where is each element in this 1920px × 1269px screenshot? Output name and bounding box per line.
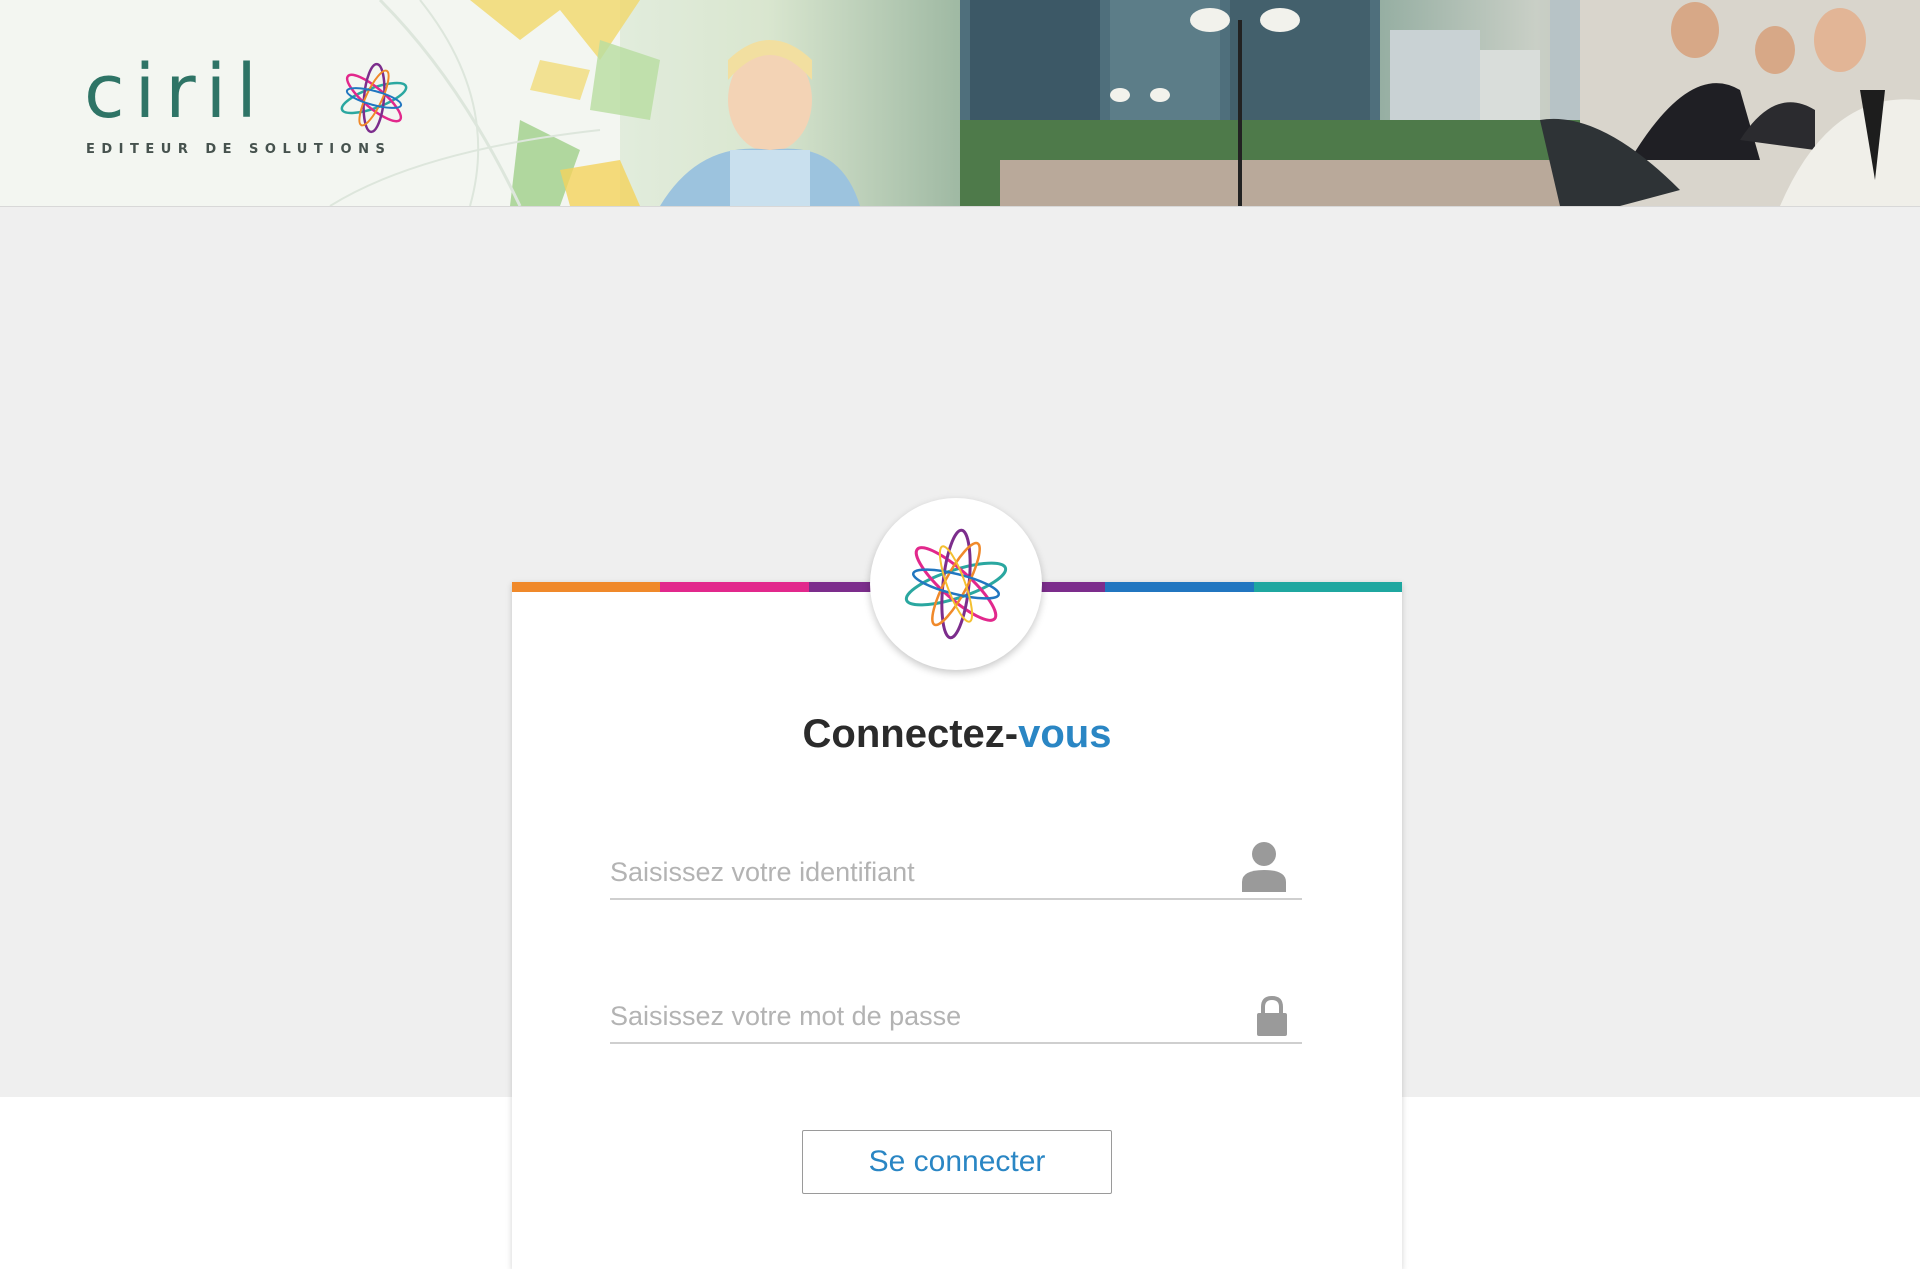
login-title-main: Connectez-	[802, 712, 1019, 756]
logo-tagline: EDITEUR DE SOLUTIONS	[86, 142, 392, 157]
username-field	[610, 842, 1302, 900]
strip-teal	[1253, 582, 1402, 592]
ciril-logo[interactable]: ciril EDITEUR DE SOLUTIONS	[84, 52, 414, 162]
ciril-atom-icon	[904, 528, 1008, 640]
ciril-atom-icon	[340, 62, 408, 134]
password-input[interactable]	[610, 996, 1230, 1036]
username-input[interactable]	[610, 852, 1230, 892]
strip-orange	[512, 582, 661, 592]
brand-avatar	[870, 498, 1042, 670]
login-title-accent: vous	[1018, 712, 1112, 756]
lock-icon	[1257, 996, 1287, 1036]
main-area: Connectez-vous Se connecter	[0, 207, 1920, 1269]
user-icon	[1242, 842, 1286, 892]
logo-wordmark: ciril	[84, 49, 267, 135]
password-field	[610, 986, 1302, 1044]
strip-blue	[1105, 582, 1254, 592]
login-title: Connectez-vous	[512, 712, 1402, 757]
login-submit-button[interactable]: Se connecter	[802, 1130, 1112, 1194]
strip-pink	[660, 582, 809, 592]
login-card: Connectez-vous Se connecter	[512, 498, 1402, 1269]
header-banner: ciril EDITEUR DE SOLUTIONS	[0, 0, 1920, 207]
